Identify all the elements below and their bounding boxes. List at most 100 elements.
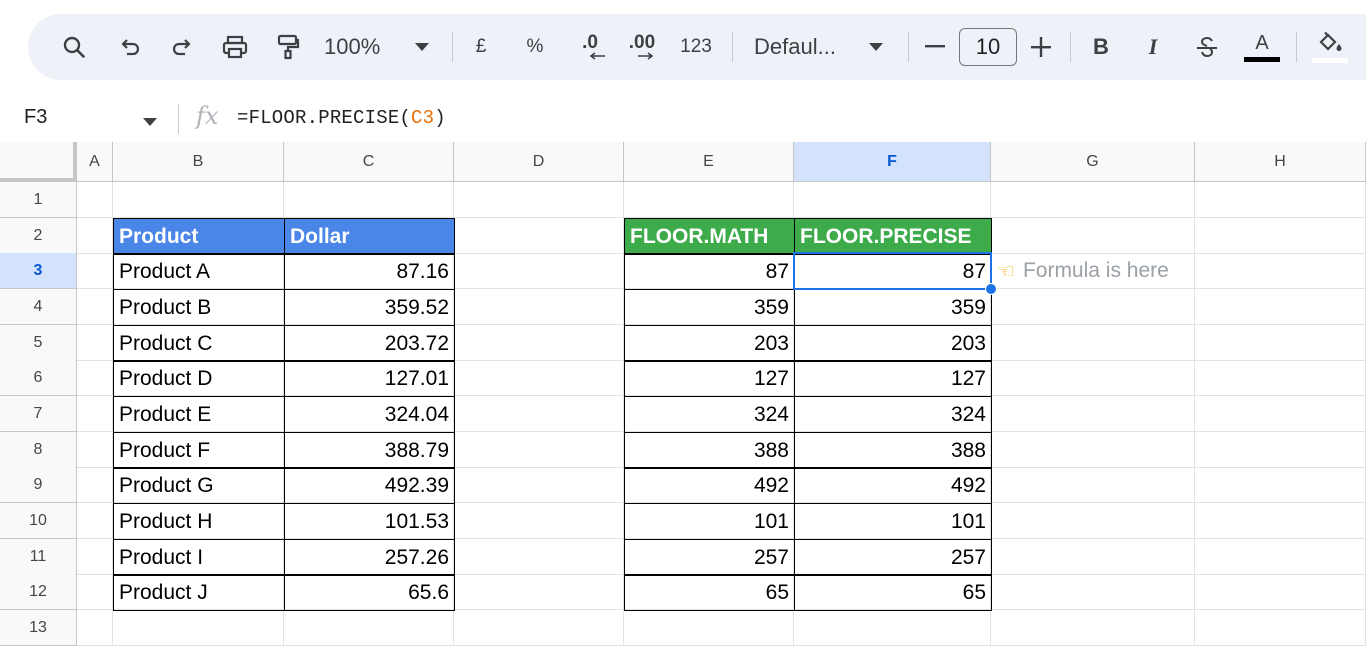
floor-math-cell[interactable]: 203 xyxy=(624,325,795,362)
font-dropdown-arrow-icon[interactable] xyxy=(864,14,888,80)
floor-math-cell[interactable]: 127 xyxy=(624,360,795,397)
dollar-value-cell[interactable]: 101.53 xyxy=(284,503,455,540)
row-header-3[interactable]: 3 xyxy=(0,253,77,289)
decrease-font-size-button[interactable] xyxy=(922,14,948,80)
floor-precise-cell[interactable]: 257 xyxy=(794,539,992,576)
floor-math-cell[interactable]: 324 xyxy=(624,396,795,433)
dollar-value-cell[interactable]: 324.04 xyxy=(284,396,455,433)
search-menus-icon[interactable] xyxy=(56,14,92,80)
row-header-7[interactable]: 7 xyxy=(0,396,77,432)
cell-e13[interactable] xyxy=(624,610,794,646)
undo-icon[interactable] xyxy=(112,14,148,80)
name-box-dropdown-icon[interactable] xyxy=(143,113,157,131)
floor-precise-cell[interactable]: 101 xyxy=(794,503,992,540)
row-header-10[interactable]: 10 xyxy=(0,503,77,539)
cell-d4[interactable] xyxy=(454,289,624,325)
cell-g6[interactable] xyxy=(991,360,1195,396)
bold-button[interactable]: B xyxy=(1088,14,1114,80)
cell-c13[interactable] xyxy=(284,610,454,646)
floor-precise-cell[interactable]: 324 xyxy=(794,396,992,433)
cell-d2[interactable] xyxy=(454,218,624,254)
column-header-a[interactable]: A xyxy=(77,142,113,182)
font-family-select[interactable]: Defaul... xyxy=(754,14,850,80)
floor-precise-cell[interactable]: 492 xyxy=(794,467,992,504)
cell-g9[interactable] xyxy=(991,467,1195,503)
cell-a6[interactable] xyxy=(77,360,113,396)
increase-decimal-button[interactable]: .00 xyxy=(624,14,660,80)
cell-h4[interactable] xyxy=(1195,289,1366,325)
cell-d11[interactable] xyxy=(454,539,624,575)
cell-f1[interactable] xyxy=(794,182,991,218)
table-header-cell[interactable]: Dollar xyxy=(284,218,455,255)
formula-input[interactable]: =FLOOR.PRECISE(C3) xyxy=(237,107,446,129)
cell-b1[interactable] xyxy=(113,182,284,218)
column-header-e[interactable]: E xyxy=(624,142,794,182)
floor-precise-cell[interactable]: 87 xyxy=(794,253,992,290)
cell-g13[interactable] xyxy=(991,610,1195,646)
cell-h9[interactable] xyxy=(1195,467,1366,503)
cell-c1[interactable] xyxy=(284,182,454,218)
cell-h6[interactable] xyxy=(1195,360,1366,396)
cell-a11[interactable] xyxy=(77,539,113,575)
floor-math-cell[interactable]: 87 xyxy=(624,253,795,290)
cell-g2[interactable] xyxy=(991,218,1195,254)
floor-math-cell[interactable]: 359 xyxy=(624,289,795,326)
product-name-cell[interactable]: Product G xyxy=(113,467,285,504)
print-icon[interactable] xyxy=(216,14,254,80)
cell-d10[interactable] xyxy=(454,503,624,539)
row-header-6[interactable]: 6 xyxy=(0,360,77,396)
row-header-4[interactable]: 4 xyxy=(0,289,77,325)
cell-g12[interactable] xyxy=(991,574,1195,610)
dollar-value-cell[interactable]: 492.39 xyxy=(284,467,455,504)
cell-g10[interactable] xyxy=(991,503,1195,539)
column-header-b[interactable]: B xyxy=(113,142,284,182)
cell-a3[interactable] xyxy=(77,253,113,289)
cell-h8[interactable] xyxy=(1195,432,1366,468)
product-name-cell[interactable]: Product J xyxy=(113,574,285,611)
cell-d6[interactable] xyxy=(454,360,624,396)
product-name-cell[interactable]: Product C xyxy=(113,325,285,362)
zoom-dropdown-arrow-icon[interactable] xyxy=(410,14,434,80)
row-header-2[interactable]: 2 xyxy=(0,218,77,254)
cell-a7[interactable] xyxy=(77,396,113,432)
cell-a1[interactable] xyxy=(77,182,113,218)
cell-d12[interactable] xyxy=(454,574,624,610)
floor-math-cell[interactable]: 257 xyxy=(624,539,795,576)
cell-g8[interactable] xyxy=(991,432,1195,468)
row-header-9[interactable]: 9 xyxy=(0,467,77,503)
row-header-12[interactable]: 12 xyxy=(0,574,77,610)
cell-d9[interactable] xyxy=(454,467,624,503)
cell-a12[interactable] xyxy=(77,574,113,610)
column-header-d[interactable]: D xyxy=(454,142,624,182)
text-color-button[interactable]: A xyxy=(1242,14,1282,80)
table-header-cell[interactable]: Product xyxy=(113,218,285,255)
cell-h5[interactable] xyxy=(1195,325,1366,361)
cell-d1[interactable] xyxy=(454,182,624,218)
column-header-h[interactable]: H xyxy=(1195,142,1366,182)
cell-d13[interactable] xyxy=(454,610,624,646)
cell-f13[interactable] xyxy=(794,610,991,646)
cell-d8[interactable] xyxy=(454,432,624,468)
product-name-cell[interactable]: Product F xyxy=(113,432,285,469)
cell-a8[interactable] xyxy=(77,432,113,468)
table-header-cell[interactable]: FLOOR.MATH xyxy=(624,218,795,255)
cell-a4[interactable] xyxy=(77,289,113,325)
dollar-value-cell[interactable]: 127.01 xyxy=(284,360,455,397)
cell-g7[interactable] xyxy=(991,396,1195,432)
dollar-value-cell[interactable]: 87.16 xyxy=(284,253,455,290)
strikethrough-icon[interactable] xyxy=(1192,14,1222,80)
product-name-cell[interactable]: Product E xyxy=(113,396,285,433)
floor-math-cell[interactable]: 388 xyxy=(624,432,795,469)
cell-h3[interactable] xyxy=(1195,253,1366,289)
more-formats-button[interactable]: 123 xyxy=(676,14,716,80)
cell-d3[interactable] xyxy=(454,253,624,289)
floor-precise-cell[interactable]: 359 xyxy=(794,289,992,326)
cell-h11[interactable] xyxy=(1195,539,1366,575)
floor-precise-cell[interactable]: 65 xyxy=(794,574,992,611)
floor-math-cell[interactable]: 65 xyxy=(624,574,795,611)
dollar-value-cell[interactable]: 203.72 xyxy=(284,325,455,362)
row-header-8[interactable]: 8 xyxy=(0,432,77,468)
column-header-c[interactable]: C xyxy=(284,142,454,182)
cell-a9[interactable] xyxy=(77,467,113,503)
cell-g1[interactable] xyxy=(991,182,1195,218)
